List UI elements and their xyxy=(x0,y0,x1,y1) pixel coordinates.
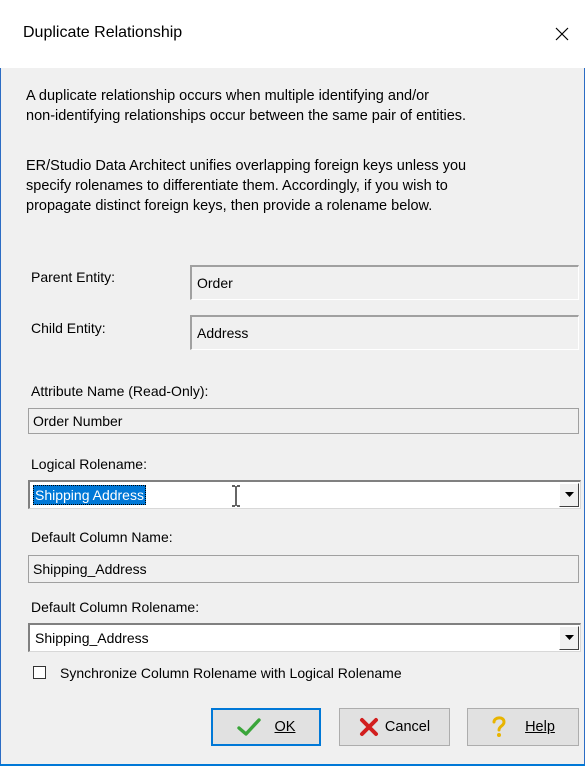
parent-entity-field: Order xyxy=(190,265,579,300)
ok-label: OK xyxy=(274,719,296,735)
duplicate-relationship-dialog: Duplicate Relationship A duplicate relat… xyxy=(0,0,585,766)
default-column-rolename-label: Default Column Rolename: xyxy=(31,599,200,615)
question-mark-icon xyxy=(492,716,506,737)
ok-button[interactable]: OK xyxy=(211,708,321,746)
default-column-rolename-value[interactable]: Shipping_Address xyxy=(33,628,151,648)
chevron-down-icon xyxy=(564,635,574,640)
description-2-line-1: ER/Studio Data Architect unifies overlap… xyxy=(26,158,467,174)
parent-entity-label: Parent Entity: xyxy=(31,269,116,285)
attribute-name-label: Attribute Name (Read-Only): xyxy=(31,383,209,399)
help-label: Help xyxy=(525,719,555,735)
logical-rolename-combobox[interactable]: Shipping Address xyxy=(28,480,581,509)
default-column-rolename-combobox[interactable]: Shipping_Address xyxy=(28,623,581,652)
default-column-name-field: Shipping_Address xyxy=(28,555,579,583)
cancel-button[interactable]: Cancel xyxy=(339,708,450,746)
description-1-line-1: A duplicate relationship occurs when mul… xyxy=(26,88,430,104)
chevron-down-icon xyxy=(564,492,574,497)
dialog-title: Duplicate Relationship xyxy=(23,24,183,41)
description-2-line-2: specify rolenames to differentiate them.… xyxy=(26,178,448,194)
synchronize-rolename-label[interactable]: Synchronize Column Rolename with Logical… xyxy=(60,665,402,681)
text-cursor-icon xyxy=(232,485,240,507)
close-icon xyxy=(555,27,569,41)
red-x-icon xyxy=(359,718,378,736)
description-2-line-3: propagate distinct foreign keys, then pr… xyxy=(26,198,433,214)
default-column-rolename-dropdown-button[interactable] xyxy=(559,626,579,650)
parent-entity-value: Order xyxy=(197,275,233,291)
description-2: ER/Studio Data Architect unifies overlap… xyxy=(26,156,571,216)
child-entity-label: Child Entity: xyxy=(31,320,106,336)
description-1-line-2: non-identifying relationships occur betw… xyxy=(26,108,467,124)
window-border-left xyxy=(0,68,1,766)
close-button[interactable] xyxy=(539,14,585,54)
logical-rolename-dropdown-button[interactable] xyxy=(559,483,579,507)
checkmark-icon xyxy=(236,718,261,736)
attribute-name-field: Order Number xyxy=(28,408,579,434)
attribute-name-value: Order Number xyxy=(33,413,123,429)
default-column-name-value: Shipping_Address xyxy=(33,561,147,577)
synchronize-rolename-checkbox[interactable] xyxy=(33,666,46,679)
help-button[interactable]: Help xyxy=(467,708,579,746)
default-column-name-label: Default Column Name: xyxy=(31,529,173,545)
description-1: A duplicate relationship occurs when mul… xyxy=(26,86,571,126)
title-bar: Duplicate Relationship xyxy=(0,0,585,68)
child-entity-field: Address xyxy=(190,315,579,350)
child-entity-value: Address xyxy=(197,325,249,341)
cancel-label: Cancel xyxy=(384,719,431,735)
logical-rolename-label: Logical Rolename: xyxy=(31,456,147,472)
logical-rolename-value[interactable]: Shipping Address xyxy=(33,485,146,505)
